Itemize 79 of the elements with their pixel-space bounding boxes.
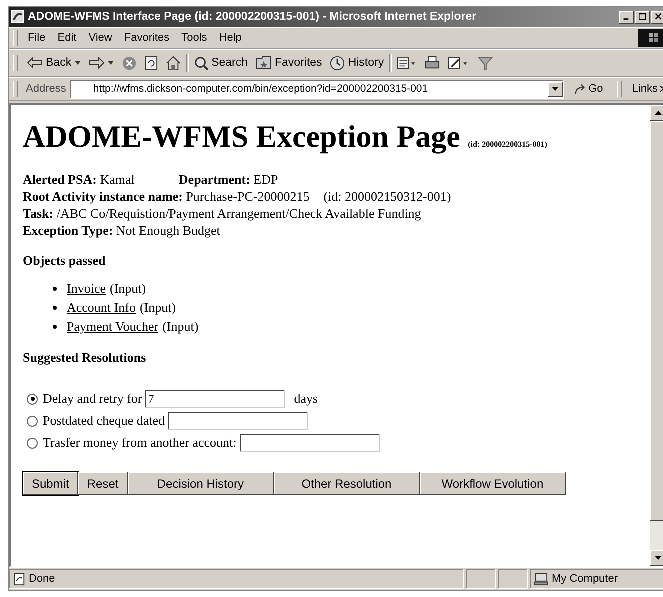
toolbar-button[interactable]: Back [24, 55, 84, 71]
status-text: Done [29, 573, 56, 585]
bullet-icon [53, 324, 57, 328]
scroll-up-button[interactable] [650, 105, 663, 121]
unit-label: days [294, 391, 318, 407]
menu-item[interactable]: Help [213, 32, 248, 44]
input-field[interactable] [168, 412, 308, 430]
browser-icon [11, 10, 25, 24]
maximize-icon [638, 13, 646, 21]
object-link[interactable]: Payment Voucher [67, 317, 159, 336]
toolbar-button[interactable]: Favorites [253, 54, 326, 72]
maximize-button[interactable] [635, 10, 650, 24]
close-icon [654, 13, 662, 21]
object-type: (Input) [110, 280, 146, 298]
radio-button[interactable] [27, 394, 38, 404]
toolbar-button[interactable]: Search [190, 54, 252, 72]
down-arrow-icon [654, 556, 662, 560]
links-button[interactable]: Links [630, 83, 663, 95]
form-button[interactable]: Workflow Evolution [420, 472, 566, 495]
menu-item[interactable]: File [22, 32, 52, 44]
computer-icon [534, 572, 549, 586]
input-field[interactable]: 7 [145, 390, 286, 408]
menu-item[interactable]: Favorites [118, 32, 176, 44]
detail-note: (id: 200002150312-001) [324, 189, 452, 204]
forward-arrow-icon [88, 57, 105, 69]
form-button[interactable]: Other Resolution [274, 472, 420, 495]
object-type: (Input) [140, 299, 176, 317]
address-field[interactable]: http://wfms.dickson-computer.com/bin/exception?id=200002200315-001 [70, 80, 564, 98]
minimize-button[interactable] [619, 10, 634, 24]
input-field[interactable] [240, 434, 380, 452]
menu-item[interactable]: Edit [52, 32, 83, 44]
menu-item[interactable]: Tools [176, 32, 214, 44]
menu-item[interactable]: View [82, 32, 118, 44]
back-arrow-icon [27, 57, 43, 69]
home-icon [166, 56, 181, 70]
scrollbar-thumb[interactable] [650, 121, 663, 521]
folder-star-icon [256, 56, 272, 70]
dropdown-arrow-icon [74, 61, 81, 65]
section-heading: Suggested Resolutions [23, 350, 148, 366]
page-icon [13, 572, 26, 586]
form-button[interactable]: Submit [23, 472, 78, 495]
address-label: Address [26, 83, 66, 95]
detail-field: Alerted PSA: Kamal [23, 172, 135, 187]
detail-field: Task: /ABC Co/Requistion/Payment Arrangement/Check Available Funding [23, 206, 422, 221]
detail-field: Exception Type: Not Enough Budget [23, 223, 220, 238]
radio-button[interactable] [27, 438, 38, 448]
up-arrow-icon [654, 111, 662, 115]
form-button[interactable]: Reset [78, 472, 128, 495]
resolution-label: Trasfer money from another account: [43, 435, 237, 451]
go-button[interactable]: Go [568, 83, 610, 95]
page-heading: ADOME-WFMS Exception Page (id: 200002200315-001) [23, 119, 548, 155]
printer-icon [425, 56, 440, 70]
object-type: (Input) [162, 318, 199, 336]
object-link[interactable]: Invoice [67, 279, 106, 298]
zone-text: My Computer [552, 573, 618, 585]
dropdown-arrow-icon [552, 87, 559, 91]
radio-button[interactable] [27, 416, 38, 426]
form-button[interactable]: Decision History [128, 472, 274, 495]
resolution-label: Postdated cheque dated [43, 413, 166, 429]
window-title: ADOME-WFMS Interface Page (id: 200002200315-001) - Microsoft Internet Explorer [28, 11, 478, 23]
detail-field: Root Activity instance name: Purchase-PC-20000215 [23, 189, 310, 204]
chevron-icon [660, 86, 663, 92]
close-button[interactable] [651, 10, 663, 24]
detail-field: Department: EDP [178, 172, 278, 187]
toolbar-button[interactable]: History [327, 54, 388, 72]
search-icon [194, 56, 209, 70]
mail-icon [397, 56, 418, 70]
clock-icon [330, 56, 346, 70]
scroll-down-button[interactable] [650, 550, 663, 566]
dropdown-arrow-icon [108, 61, 114, 65]
stop-icon [122, 56, 137, 70]
refresh-icon [144, 56, 158, 70]
section-heading: Objects passed [23, 253, 107, 269]
bullet-icon [53, 306, 57, 310]
funnel-icon [478, 56, 494, 70]
bullet-icon [53, 286, 57, 290]
go-arrow-icon [574, 84, 587, 94]
resolution-label: Delay and retry for [43, 391, 142, 407]
object-link[interactable]: Account Info [67, 298, 136, 317]
